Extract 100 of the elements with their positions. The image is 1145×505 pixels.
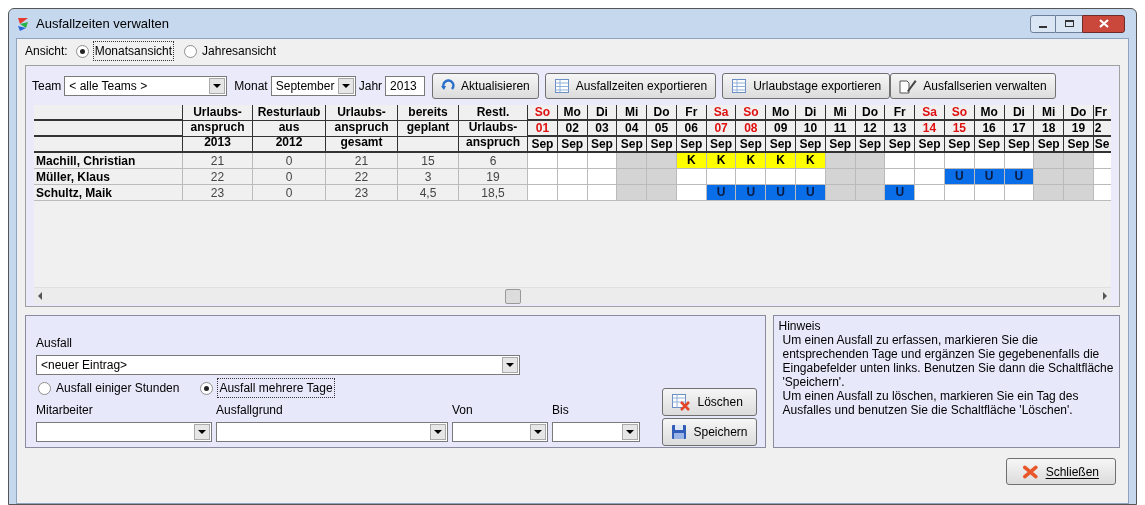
day-cell[interactable]: K [706, 153, 736, 168]
field-dropdown[interactable] [36, 422, 212, 442]
day-cell[interactable]: U [974, 169, 1004, 184]
day-cell[interactable] [855, 185, 885, 200]
day-cell[interactable] [1034, 169, 1064, 184]
day-cell[interactable] [1064, 169, 1093, 184]
pencil-document-icon [899, 77, 918, 94]
day-cell[interactable] [706, 169, 736, 184]
day-cell[interactable] [647, 169, 676, 184]
day-cell[interactable] [736, 169, 766, 184]
employee-name[interactable]: Schultz, Maik [34, 185, 182, 201]
day-cell[interactable] [825, 185, 855, 200]
table-cell: 0 [252, 169, 325, 185]
day-cell[interactable] [557, 169, 587, 184]
day-cell[interactable] [528, 185, 557, 200]
day-cell[interactable] [617, 169, 647, 184]
day-header: 01 [527, 121, 557, 137]
day-cell[interactable] [1034, 185, 1064, 200]
day-cell[interactable]: U [706, 185, 736, 200]
day-header: 14 [914, 121, 944, 137]
month-dropdown[interactable]: September [270, 75, 356, 96]
day-cell[interactable] [796, 169, 825, 184]
day-cell[interactable] [974, 185, 1004, 200]
table-cell: 22 [182, 169, 252, 185]
table-cell: 23 [182, 185, 252, 201]
day-cell[interactable] [944, 185, 974, 200]
day-cell[interactable] [1093, 185, 1111, 200]
day-cell[interactable]: U [944, 169, 974, 184]
day-cell[interactable] [587, 185, 617, 200]
toolbar-button[interactable]: Löschen [662, 388, 757, 416]
employee-name[interactable]: Müller, Klaus [34, 169, 182, 185]
absence-dropdown[interactable]: <neuer Eintrag> [36, 355, 520, 375]
day-cell[interactable] [1034, 153, 1064, 168]
day-cell[interactable]: U [736, 185, 766, 200]
day-cell[interactable] [1064, 153, 1093, 168]
day-cell[interactable] [1004, 153, 1034, 168]
day-cell[interactable] [528, 169, 557, 184]
employee-name[interactable]: Machill, Christian [34, 153, 182, 169]
day-cell[interactable] [676, 169, 706, 184]
team-label: Team [32, 77, 62, 95]
table-cell: 0 [252, 153, 325, 169]
day-cell[interactable] [647, 153, 676, 168]
team-dropdown[interactable]: < alle Teams > [64, 75, 228, 96]
day-cell[interactable] [885, 153, 915, 168]
year-field[interactable]: 2013 [385, 75, 426, 96]
toolbar-button[interactable]: Urlaubstage exportieren [722, 72, 891, 99]
toolbar-button[interactable]: Ausfallzeiten exportieren [544, 72, 717, 99]
close-button[interactable] [1082, 14, 1125, 33]
day-cell[interactable] [528, 153, 557, 168]
window-title: Ausfallzeiten verwalten [36, 14, 169, 33]
day-cell[interactable]: U [1004, 169, 1034, 184]
table-cell: 22 [325, 169, 397, 185]
toolbar-button[interactable]: Speichern [662, 418, 757, 446]
day-cell[interactable] [617, 153, 647, 168]
day-cell[interactable] [1004, 185, 1034, 200]
day-cell[interactable] [944, 153, 974, 168]
day-cell[interactable] [617, 185, 647, 200]
day-cell[interactable] [557, 185, 587, 200]
day-cell[interactable] [1093, 153, 1111, 168]
day-cell[interactable]: U [766, 185, 796, 200]
day-cell[interactable] [676, 185, 706, 200]
day-header: 08 [735, 121, 766, 137]
day-header: So [527, 105, 557, 121]
radio-button[interactable]: Jahresansicht [182, 42, 280, 60]
day-cell[interactable] [825, 169, 855, 184]
field-dropdown[interactable] [216, 422, 448, 442]
field-dropdown[interactable] [452, 422, 548, 442]
field-dropdown[interactable] [552, 422, 640, 442]
day-cell[interactable] [1093, 169, 1111, 184]
close-dialog-button[interactable]: Schließen [1006, 458, 1116, 485]
day-cell[interactable] [825, 153, 855, 168]
day-cell[interactable] [855, 153, 885, 168]
maximize-button[interactable] [1056, 14, 1082, 33]
toolbar-button[interactable]: Aktualisieren [432, 72, 539, 99]
day-cell[interactable] [766, 169, 796, 184]
day-cell[interactable] [587, 169, 617, 184]
horizontal-scrollbar[interactable] [34, 287, 1111, 304]
day-cell[interactable] [915, 153, 944, 168]
day-header: 12 [854, 121, 885, 137]
day-cell[interactable] [974, 153, 1004, 168]
table-icon [553, 77, 570, 94]
day-cell[interactable] [915, 169, 944, 184]
day-cell[interactable]: K [796, 153, 825, 168]
day-header: So [943, 105, 974, 121]
day-cell[interactable]: K [766, 153, 796, 168]
day-header: 17 [1003, 121, 1034, 137]
radio-button[interactable]: Ausfall einiger Stunden [36, 378, 183, 398]
day-cell[interactable] [557, 153, 587, 168]
day-cell[interactable] [855, 169, 885, 184]
day-cell[interactable] [1064, 185, 1093, 200]
day-cell[interactable] [647, 185, 676, 200]
day-cell[interactable] [587, 153, 617, 168]
toolbar-button[interactable]: Ausfallserien verwalten [890, 72, 1056, 99]
day-cell[interactable]: K [676, 153, 706, 168]
day-cell[interactable]: U [885, 185, 915, 200]
day-cell[interactable] [915, 185, 944, 200]
day-cell[interactable] [885, 169, 915, 184]
day-cell[interactable]: U [796, 185, 825, 200]
day-cell[interactable]: K [736, 153, 766, 168]
minimize-button[interactable] [1030, 14, 1056, 33]
